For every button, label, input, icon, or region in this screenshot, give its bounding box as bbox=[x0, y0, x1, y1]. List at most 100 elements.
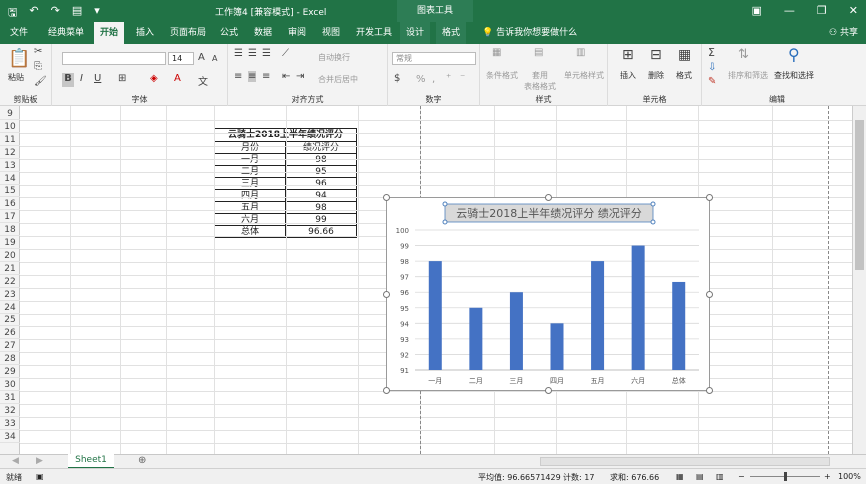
tab-developer[interactable]: 开发工具 bbox=[350, 22, 398, 44]
font-color-icon[interactable]: A bbox=[174, 73, 181, 84]
align-right-icon[interactable]: ≡ bbox=[262, 71, 270, 82]
row-header[interactable]: 18 bbox=[0, 224, 20, 237]
underline-button[interactable]: U bbox=[94, 73, 101, 84]
indent-icon[interactable]: ⇤ bbox=[282, 71, 290, 82]
sheet-tab-sheet1[interactable]: Sheet1 bbox=[68, 454, 114, 469]
row-header[interactable]: 29 bbox=[0, 366, 20, 378]
tab-design[interactable]: 设计 bbox=[400, 22, 431, 44]
format-painter-icon[interactable]: 🖌 bbox=[34, 76, 47, 87]
next-sheet-icon[interactable]: ▶ bbox=[36, 456, 43, 466]
redo-icon[interactable]: ↷ bbox=[51, 4, 60, 23]
font-size-box[interactable]: 14 bbox=[168, 52, 194, 65]
align-center-icon[interactable]: ≡ bbox=[248, 71, 257, 82]
bar[interactable] bbox=[509, 292, 523, 370]
scroll-thumb[interactable] bbox=[855, 120, 864, 270]
row-header[interactable]: 25 bbox=[0, 314, 20, 327]
row-header[interactable]: 19 bbox=[0, 237, 20, 249]
copy-icon[interactable]: ⎘ bbox=[34, 61, 42, 72]
restore-icon[interactable]: ❐ bbox=[817, 4, 827, 17]
row-header[interactable]: 12 bbox=[0, 147, 20, 159]
merge-center-button[interactable]: 合并后居中 bbox=[318, 74, 358, 85]
macro-record-icon[interactable]: ▣ bbox=[36, 472, 44, 481]
zoom-slider-thumb[interactable] bbox=[784, 472, 787, 481]
orientation-icon[interactable]: ⟋ bbox=[282, 48, 289, 59]
insert-cells-icon[interactable]: ⊞ bbox=[622, 47, 634, 63]
bar[interactable] bbox=[550, 323, 564, 370]
tab-page-layout[interactable]: 页面布局 bbox=[164, 22, 212, 44]
cut-icon[interactable]: ✂ bbox=[34, 46, 42, 57]
row-header[interactable]: 28 bbox=[0, 353, 20, 366]
resize-handle-bottom[interactable] bbox=[545, 387, 552, 394]
table-cell[interactable]: 96 bbox=[285, 177, 357, 190]
tab-file[interactable]: 文件 bbox=[4, 22, 34, 44]
page-break-view-icon[interactable]: ▥ bbox=[716, 472, 724, 481]
table-cell[interactable]: 94 bbox=[285, 189, 357, 202]
title-handle[interactable] bbox=[442, 219, 448, 225]
fill-color-icon[interactable]: ◈ bbox=[150, 73, 158, 84]
undo-icon[interactable]: ↶ bbox=[29, 4, 38, 23]
chart-title[interactable]: 云骑士2018上半年绩况评分 绩况评分 bbox=[456, 206, 642, 220]
save-icon[interactable]: 🖫 bbox=[8, 4, 17, 23]
conditional-format-button[interactable]: 条件格式 bbox=[486, 70, 518, 81]
bold-button[interactable]: B bbox=[62, 73, 74, 87]
page-layout-view-icon[interactable]: ▤ bbox=[696, 472, 704, 481]
row-header[interactable]: 15 bbox=[0, 185, 20, 198]
row-header[interactable]: 33 bbox=[0, 418, 20, 430]
title-handle[interactable] bbox=[650, 201, 656, 207]
currency-icon[interactable]: $ bbox=[394, 73, 400, 84]
cell-styles-button[interactable]: 单元格样式 bbox=[564, 70, 604, 81]
row-header[interactable]: 20 bbox=[0, 250, 20, 262]
sort-filter-icon[interactable]: ⇅ bbox=[738, 47, 749, 62]
delete-cells-icon[interactable]: ⊟ bbox=[650, 47, 662, 63]
vertical-scrollbar[interactable] bbox=[852, 106, 866, 454]
row-header[interactable]: 34 bbox=[0, 431, 20, 443]
border-icon[interactable]: ⊞ bbox=[118, 73, 126, 84]
number-format-box[interactable]: 常规 bbox=[392, 52, 476, 65]
decrease-decimal-icon[interactable]: ⁻ bbox=[460, 73, 465, 84]
row-header[interactable]: 30 bbox=[0, 379, 20, 391]
row-header[interactable]: 13 bbox=[0, 160, 20, 172]
tab-format[interactable]: 格式 bbox=[436, 22, 467, 44]
paste-icon[interactable]: 📋 bbox=[8, 48, 30, 69]
find-select-icon[interactable]: ⚲ bbox=[788, 45, 800, 64]
share-button[interactable]: ⚇ 共享 bbox=[829, 22, 858, 44]
customize-icon[interactable]: ▾ bbox=[94, 4, 100, 23]
insert-cells-button[interactable]: 插入 bbox=[620, 70, 636, 81]
conditional-format-icon[interactable]: ▦ bbox=[492, 47, 501, 58]
normal-view-icon[interactable]: ▦ bbox=[676, 472, 684, 481]
clear-icon[interactable]: ✎ bbox=[708, 76, 716, 87]
row-header[interactable]: 24 bbox=[0, 302, 20, 314]
resize-handle-bottom-left[interactable] bbox=[383, 387, 390, 394]
align-top-icon[interactable]: ☰ bbox=[234, 48, 243, 59]
close-icon[interactable]: ✕ bbox=[849, 4, 858, 17]
comma-button[interactable]: , bbox=[432, 74, 435, 85]
row-header[interactable]: 9 bbox=[0, 108, 20, 120]
table-cell[interactable]: 98 bbox=[285, 201, 357, 214]
bar[interactable] bbox=[591, 261, 605, 370]
tab-review[interactable]: 审阅 bbox=[282, 22, 312, 44]
tab-data[interactable]: 数据 bbox=[248, 22, 278, 44]
bar[interactable] bbox=[631, 245, 645, 370]
outdent-icon[interactable]: ⇥ bbox=[296, 71, 304, 82]
delete-cells-button[interactable]: 删除 bbox=[648, 70, 664, 81]
bar-chart[interactable]: 云骑士2018上半年绩况评分 绩况评分 91 92 93 94 95 96 97 98 99 100… bbox=[383, 194, 713, 394]
table-header-cell[interactable]: 月份 bbox=[214, 141, 286, 154]
row-header[interactable]: 14 bbox=[0, 173, 20, 185]
zoom-out-icon[interactable]: − bbox=[738, 472, 745, 481]
horizontal-scrollbar[interactable] bbox=[540, 457, 830, 466]
row-header[interactable]: 31 bbox=[0, 392, 20, 404]
resize-handle-top-left[interactable] bbox=[383, 194, 390, 201]
tab-classic-menu[interactable]: 经典菜单 bbox=[42, 22, 90, 44]
autosum-button[interactable]: Σ bbox=[708, 46, 715, 59]
tab-insert[interactable]: 插入 bbox=[130, 22, 160, 44]
font-shrink-button[interactable]: A bbox=[212, 54, 217, 63]
row-header[interactable]: 16 bbox=[0, 198, 20, 211]
zoom-in-icon[interactable]: + bbox=[824, 472, 831, 481]
open-folder-icon[interactable]: ▤ bbox=[72, 4, 82, 23]
cell-styles-icon[interactable]: ▥ bbox=[576, 47, 585, 58]
ribbon-options-icon[interactable]: ▣ bbox=[752, 4, 762, 17]
add-sheet-icon[interactable]: ⊕ bbox=[138, 455, 146, 466]
row-header[interactable]: 22 bbox=[0, 276, 20, 288]
row-header[interactable]: 26 bbox=[0, 327, 20, 340]
phonetic-icon[interactable]: 文 bbox=[198, 73, 208, 88]
